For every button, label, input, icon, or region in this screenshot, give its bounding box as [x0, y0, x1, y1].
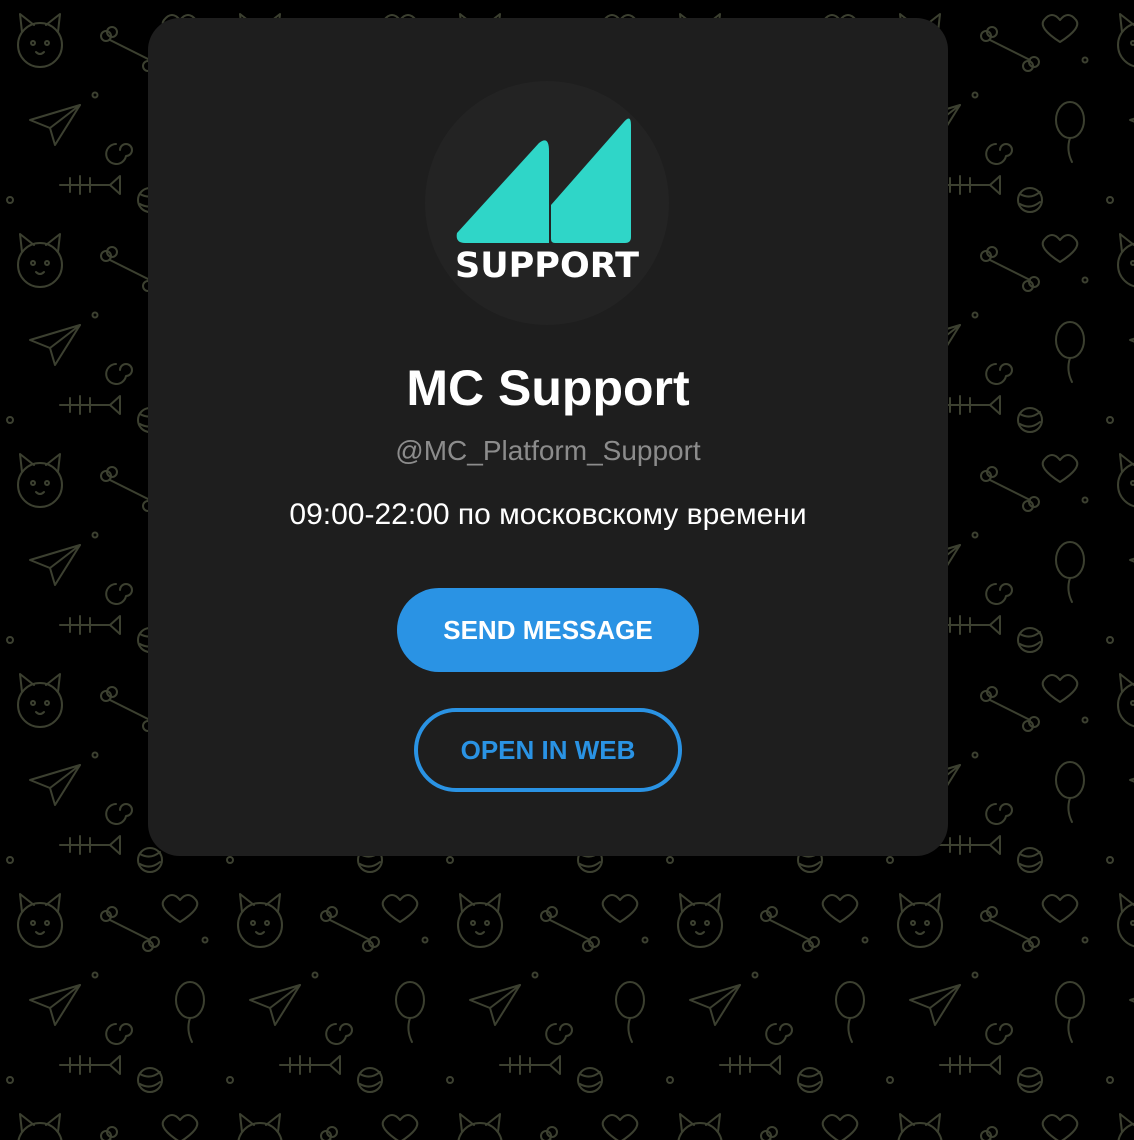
avatar-logo-text: SUPPORT: [455, 246, 639, 286]
avatar: SUPPORT: [425, 81, 669, 325]
profile-username: @MC_Platform_Support: [395, 435, 701, 466]
open-in-web-button[interactable]: OPEN IN WEB: [414, 708, 682, 792]
profile-name: MC Support: [406, 360, 690, 416]
send-message-button[interactable]: SEND MESSAGE: [397, 588, 699, 672]
profile-description: 09:00-22:00 по московскому времени: [289, 498, 807, 531]
mc-logo-icon: [456, 118, 631, 243]
profile-card: SUPPORT MC Support @MC_Platform_Support …: [148, 18, 948, 856]
